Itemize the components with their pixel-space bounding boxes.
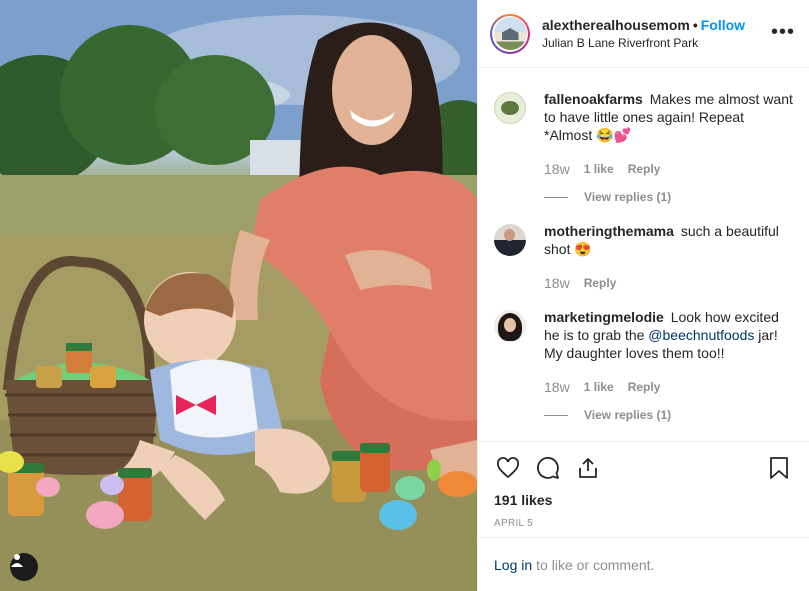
comment-item: marketingmelodie Look how excited he is … — [494, 308, 793, 424]
login-link[interactable]: Log in — [494, 557, 532, 573]
commenter-avatar[interactable] — [494, 224, 526, 256]
commenter-username[interactable]: motheringthemama — [544, 223, 674, 239]
comment-icon[interactable] — [534, 454, 562, 482]
comment-likes[interactable]: 1 like — [584, 160, 614, 178]
comment-age[interactable]: 18w — [544, 160, 570, 178]
bookmark-icon[interactable] — [765, 454, 793, 482]
comment-meta: 18w Reply — [544, 274, 793, 292]
share-icon[interactable] — [574, 454, 602, 482]
login-prompt: Log in to like or comment. — [478, 537, 809, 591]
view-replies-button[interactable]: View replies (1) — [544, 406, 793, 424]
post-location[interactable]: Julian B Lane Riverfront Park — [542, 34, 745, 52]
commenter-username[interactable]: fallenoakfarms — [544, 91, 643, 107]
tagged-users-icon[interactable] — [10, 553, 38, 581]
author-avatar[interactable] — [490, 13, 530, 54]
separator-dot: • — [692, 16, 698, 33]
comment-age[interactable]: 18w — [544, 378, 570, 396]
commenter-avatar[interactable] — [494, 310, 526, 342]
view-replies-label: View replies (1) — [584, 190, 672, 204]
reply-button[interactable]: Reply — [584, 274, 617, 292]
instagram-post-modal: alextherealhousemom • Follow Julian B Lane… — [0, 0, 809, 591]
post-date[interactable]: APRIL 5 — [494, 518, 793, 529]
comments-list[interactable]: fallenoakfarms Makes me almost want to h… — [478, 68, 809, 441]
commenter-username[interactable]: marketingmelodie — [544, 309, 664, 325]
login-prompt-text: to like or comment. — [536, 556, 655, 573]
post-side-panel: alextherealhousemom • Follow Julian B Lane… — [477, 0, 809, 591]
comment-meta: 18w 1 like Reply — [544, 378, 793, 396]
post-actions: 191 likes APRIL 5 — [478, 441, 809, 537]
replies-divider — [544, 414, 568, 416]
follow-button[interactable]: Follow — [701, 17, 745, 33]
comment-item: motheringthemama such a beautiful shot 😍… — [494, 222, 793, 292]
replies-divider — [544, 196, 568, 198]
comment-likes[interactable]: 1 like — [584, 378, 614, 396]
likes-count[interactable]: 191 likes — [494, 492, 793, 508]
comment-age[interactable]: 18w — [544, 274, 570, 292]
view-replies-button[interactable]: View replies (1) — [544, 188, 793, 206]
post-header: alextherealhousemom • Follow Julian B Lane… — [478, 0, 809, 68]
photo-illustration — [0, 0, 477, 591]
author-username[interactable]: alextherealhousemom — [542, 17, 690, 33]
heart-icon[interactable] — [494, 454, 522, 482]
more-options-icon[interactable]: ••• — [771, 22, 795, 42]
mention-link[interactable]: @beechnutfoods — [648, 327, 754, 343]
commenter-avatar[interactable] — [494, 92, 526, 124]
reply-button[interactable]: Reply — [628, 160, 661, 178]
reply-button[interactable]: Reply — [628, 378, 661, 396]
post-photo[interactable] — [0, 0, 477, 591]
comment-meta: 18w 1 like Reply — [544, 160, 793, 178]
view-replies-label: View replies (1) — [584, 408, 672, 422]
comment-item: fallenoakfarms Makes me almost want to h… — [494, 90, 793, 206]
